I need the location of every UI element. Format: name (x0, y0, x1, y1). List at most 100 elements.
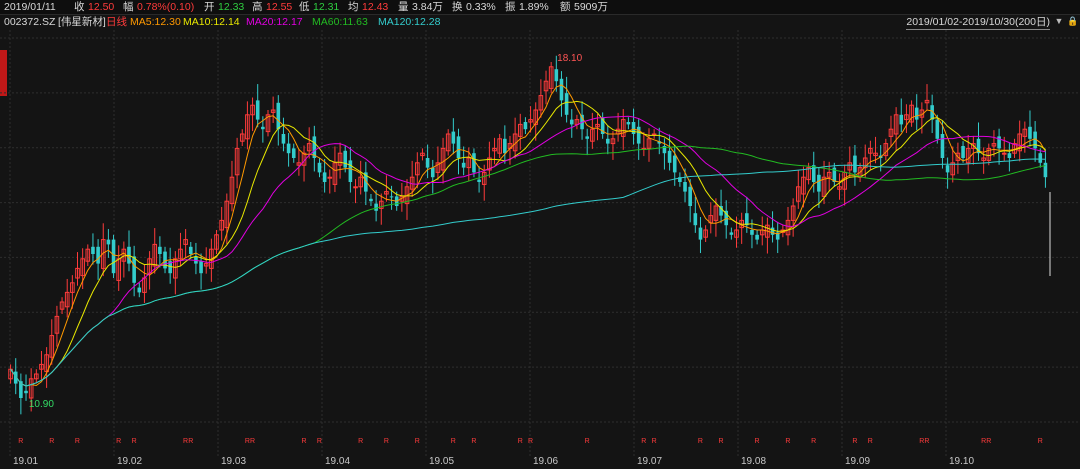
candle-body (327, 176, 333, 179)
high-label: 高 (252, 1, 263, 13)
candle-body (111, 239, 116, 274)
candle-body (374, 203, 378, 211)
candle-body (1038, 153, 1043, 163)
candle-body (276, 102, 281, 130)
candle-body (693, 213, 698, 226)
signal-mark: R (188, 438, 193, 445)
ma5-label: MA5:12.30 (130, 16, 181, 28)
signal-mark: R (49, 438, 54, 445)
turnover-value: 0.33% (466, 1, 496, 13)
change-label: 幅 (123, 1, 134, 13)
signal-mark: R (698, 438, 703, 445)
candle-body (477, 179, 481, 182)
signal-mark: R (528, 438, 533, 445)
candle-body (132, 256, 136, 283)
signal-mark: R (116, 438, 121, 445)
candle-body (755, 234, 759, 240)
candle-body (286, 143, 291, 154)
stock-name: [伟星新材] (58, 16, 106, 28)
avg-value: 12.43 (362, 1, 389, 13)
low-label: 低 (299, 1, 310, 13)
candle-body (626, 122, 631, 125)
signal-mark: R (132, 438, 137, 445)
period-label[interactable]: 日线 (106, 15, 127, 29)
candle-body (1043, 162, 1048, 178)
signal-mark: R (451, 438, 456, 445)
x-tick-label: 19.07 (637, 456, 663, 467)
candle-body (745, 213, 749, 226)
candle-body (564, 93, 569, 115)
signal-mark: R (358, 438, 363, 445)
x-tick-label: 19.02 (117, 456, 143, 467)
close-value: 12.50 (88, 1, 115, 13)
candle-body (503, 138, 507, 154)
amount-label: 额 (560, 1, 571, 13)
candle-body (24, 390, 28, 394)
dropdown-icon[interactable]: ▼ (1054, 16, 1064, 27)
candle-body (750, 230, 754, 235)
low-annotation: 10.90 (29, 399, 54, 410)
candle-body (96, 246, 100, 264)
candle-body (348, 160, 353, 182)
candle-body (317, 162, 322, 173)
x-tick-label: 19.04 (325, 456, 351, 467)
signal-mark: R (471, 438, 476, 445)
grid-lines (0, 30, 1080, 456)
volume-label: 量 (398, 1, 409, 13)
candle-body (672, 155, 677, 173)
amplitude-value: 1.89% (519, 1, 549, 13)
ma20-line (10, 115, 1046, 387)
candle-body (554, 69, 559, 82)
candle-body (585, 136, 590, 139)
amplitude-label: 振 (505, 1, 516, 13)
x-tick-label: 19.05 (429, 456, 455, 467)
date-range[interactable]: 2019/01/02-2019/10/30(200日) (906, 15, 1050, 30)
quote-bar: 2019/01/11 收 12.50 幅 0.78%(0.10) 开 12.33… (0, 0, 1080, 15)
candle-body (199, 261, 203, 274)
candle-body (353, 186, 358, 189)
candle-body (425, 158, 430, 168)
ma10-line (10, 100, 1046, 387)
ma20-label: MA20:12.17 (246, 16, 303, 28)
lock-icon[interactable]: 🔒 (1067, 16, 1078, 27)
signal-mark: R (518, 438, 523, 445)
candle-body (461, 162, 466, 168)
volume-value: 3.84万 (412, 1, 443, 13)
x-tick-label: 19.10 (949, 456, 975, 467)
avg-label: 均 (348, 1, 359, 13)
signal-mark: R (18, 438, 23, 445)
extreme-annotations: 18.10 10.90 (29, 53, 583, 410)
candle-body (369, 198, 373, 202)
signal-marks: RRRRRRRRRRRRRRRRRRRRRRRRRRRRRRRRR (18, 438, 1042, 445)
candle-body (961, 146, 965, 158)
candle-body (636, 126, 641, 144)
candle-body (1028, 126, 1032, 139)
signal-mark: R (301, 438, 306, 445)
candle-body (651, 133, 657, 136)
kline-chart[interactable]: RRRRRRRRRRRRRRRRRRRRRRRRRRRRRRRRR 18.10 … (0, 30, 1080, 456)
signal-mark: R (986, 438, 991, 445)
candle-body (853, 155, 857, 173)
signal-mark: R (924, 438, 929, 445)
high-annotation: 18.10 (557, 53, 582, 64)
ma-lines (10, 84, 1046, 387)
close-label: 收 (74, 1, 85, 13)
open-value: 12.33 (218, 1, 245, 13)
candle-body (451, 131, 456, 144)
signal-mark: R (718, 438, 723, 445)
candle-body (91, 246, 95, 254)
candle-body (291, 148, 296, 158)
candle-body (914, 107, 919, 120)
signal-mark: R (384, 438, 389, 445)
candle-body (606, 138, 610, 144)
candle-body (817, 174, 821, 192)
signal-mark: R (75, 438, 80, 445)
signal-mark: R (585, 438, 590, 445)
signal-mark: R (868, 438, 873, 445)
ma120-line (10, 158, 1046, 387)
signal-mark: R (785, 438, 790, 445)
candle-body (389, 196, 394, 198)
ma120-label: MA120:12.28 (378, 16, 441, 28)
quote-date: 2019/01/11 (4, 1, 56, 13)
signal-mark: R (652, 438, 657, 445)
